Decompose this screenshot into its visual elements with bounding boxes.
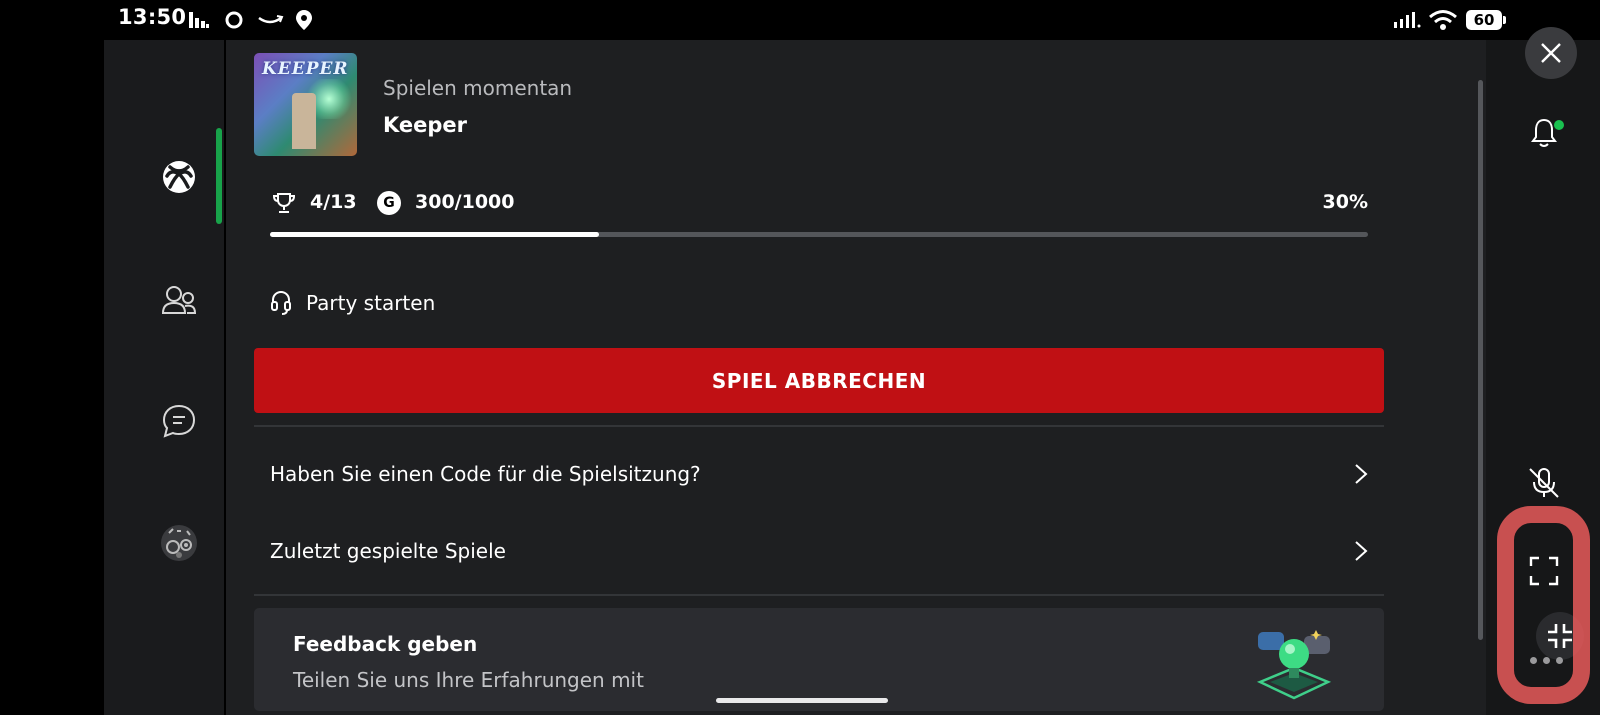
gamerscore-value: 300/1000 bbox=[415, 191, 515, 213]
completion-progress-fill bbox=[270, 232, 600, 237]
close-icon bbox=[1541, 43, 1561, 63]
headset-icon bbox=[271, 290, 291, 315]
recent-games-label: Zuletzt gespielte Spiele bbox=[270, 539, 506, 563]
gamerscore-icon: G bbox=[377, 191, 401, 215]
chat-icon bbox=[162, 404, 196, 438]
nav-achievements-button[interactable] bbox=[150, 514, 208, 572]
status-bar bbox=[104, 0, 1600, 40]
nav-people-button[interactable] bbox=[150, 271, 208, 329]
active-nav-indicator bbox=[216, 128, 222, 224]
cover-tower bbox=[292, 93, 316, 149]
start-party-button[interactable]: Party starten bbox=[270, 290, 435, 316]
circle-icon bbox=[224, 8, 244, 32]
location-icon bbox=[294, 8, 314, 32]
session-code-label: Haben Sie einen Code für die Spielsitzun… bbox=[270, 462, 701, 486]
start-party-label: Party starten bbox=[306, 291, 436, 315]
people-icon bbox=[161, 286, 197, 314]
feedback-card[interactable]: Feedback geben Teilen Sie uns Ihre Erfah… bbox=[254, 608, 1384, 711]
red-annotation-mark bbox=[1497, 506, 1590, 704]
nav-xbox-button[interactable] bbox=[150, 148, 208, 206]
microphone-toggle-button[interactable] bbox=[1519, 458, 1569, 508]
xbox-icon bbox=[163, 161, 195, 193]
panel-scrollbar[interactable] bbox=[1478, 80, 1483, 640]
completion-progress-bar bbox=[270, 232, 1368, 237]
session-code-row[interactable]: Haben Sie einen Code für die Spielsitzun… bbox=[270, 452, 1368, 496]
notification-badge bbox=[1554, 120, 1564, 130]
status-time: 13:50 bbox=[118, 5, 187, 29]
now-playing-label: Spielen momentan bbox=[383, 76, 573, 100]
left-navigation bbox=[104, 40, 224, 715]
feedback-title: Feedback geben bbox=[293, 632, 478, 656]
completion-percent: 30% bbox=[1322, 191, 1368, 213]
feedback-subtitle: Teilen Sie uns Ihre Erfahrungen mit bbox=[293, 668, 644, 692]
achievement-count: 4/13 bbox=[310, 191, 357, 213]
game-title: Keeper bbox=[383, 113, 468, 137]
home-indicator[interactable] bbox=[716, 698, 888, 703]
battery-icon: 60 bbox=[1466, 8, 1506, 32]
section-divider bbox=[254, 594, 1384, 596]
chevron-right-icon bbox=[1355, 464, 1368, 484]
battery-level: 60 bbox=[1473, 11, 1495, 29]
nav-chat-button[interactable] bbox=[150, 392, 208, 450]
amazon-smile-icon bbox=[256, 8, 284, 32]
cellular-signal-icon bbox=[1392, 8, 1422, 32]
trophy-icon bbox=[272, 191, 296, 219]
wifi-icon bbox=[1428, 8, 1458, 32]
cover-title-text: KEEPER bbox=[262, 59, 349, 79]
recent-games-row[interactable]: Zuletzt gespielte Spiele bbox=[270, 529, 1368, 573]
achievements-icon bbox=[161, 525, 197, 561]
game-cover-art: KEEPER bbox=[254, 53, 357, 156]
notifications-button[interactable] bbox=[1519, 108, 1569, 158]
signal-bars-icon bbox=[188, 8, 210, 32]
close-button[interactable] bbox=[1525, 27, 1577, 79]
quit-game-button[interactable]: SPIEL ABBRECHEN bbox=[254, 348, 1384, 413]
feedback-illustration-icon bbox=[1256, 630, 1332, 700]
chevron-right-icon bbox=[1355, 541, 1368, 561]
section-divider bbox=[254, 425, 1384, 427]
microphone-muted-icon bbox=[1529, 468, 1559, 498]
